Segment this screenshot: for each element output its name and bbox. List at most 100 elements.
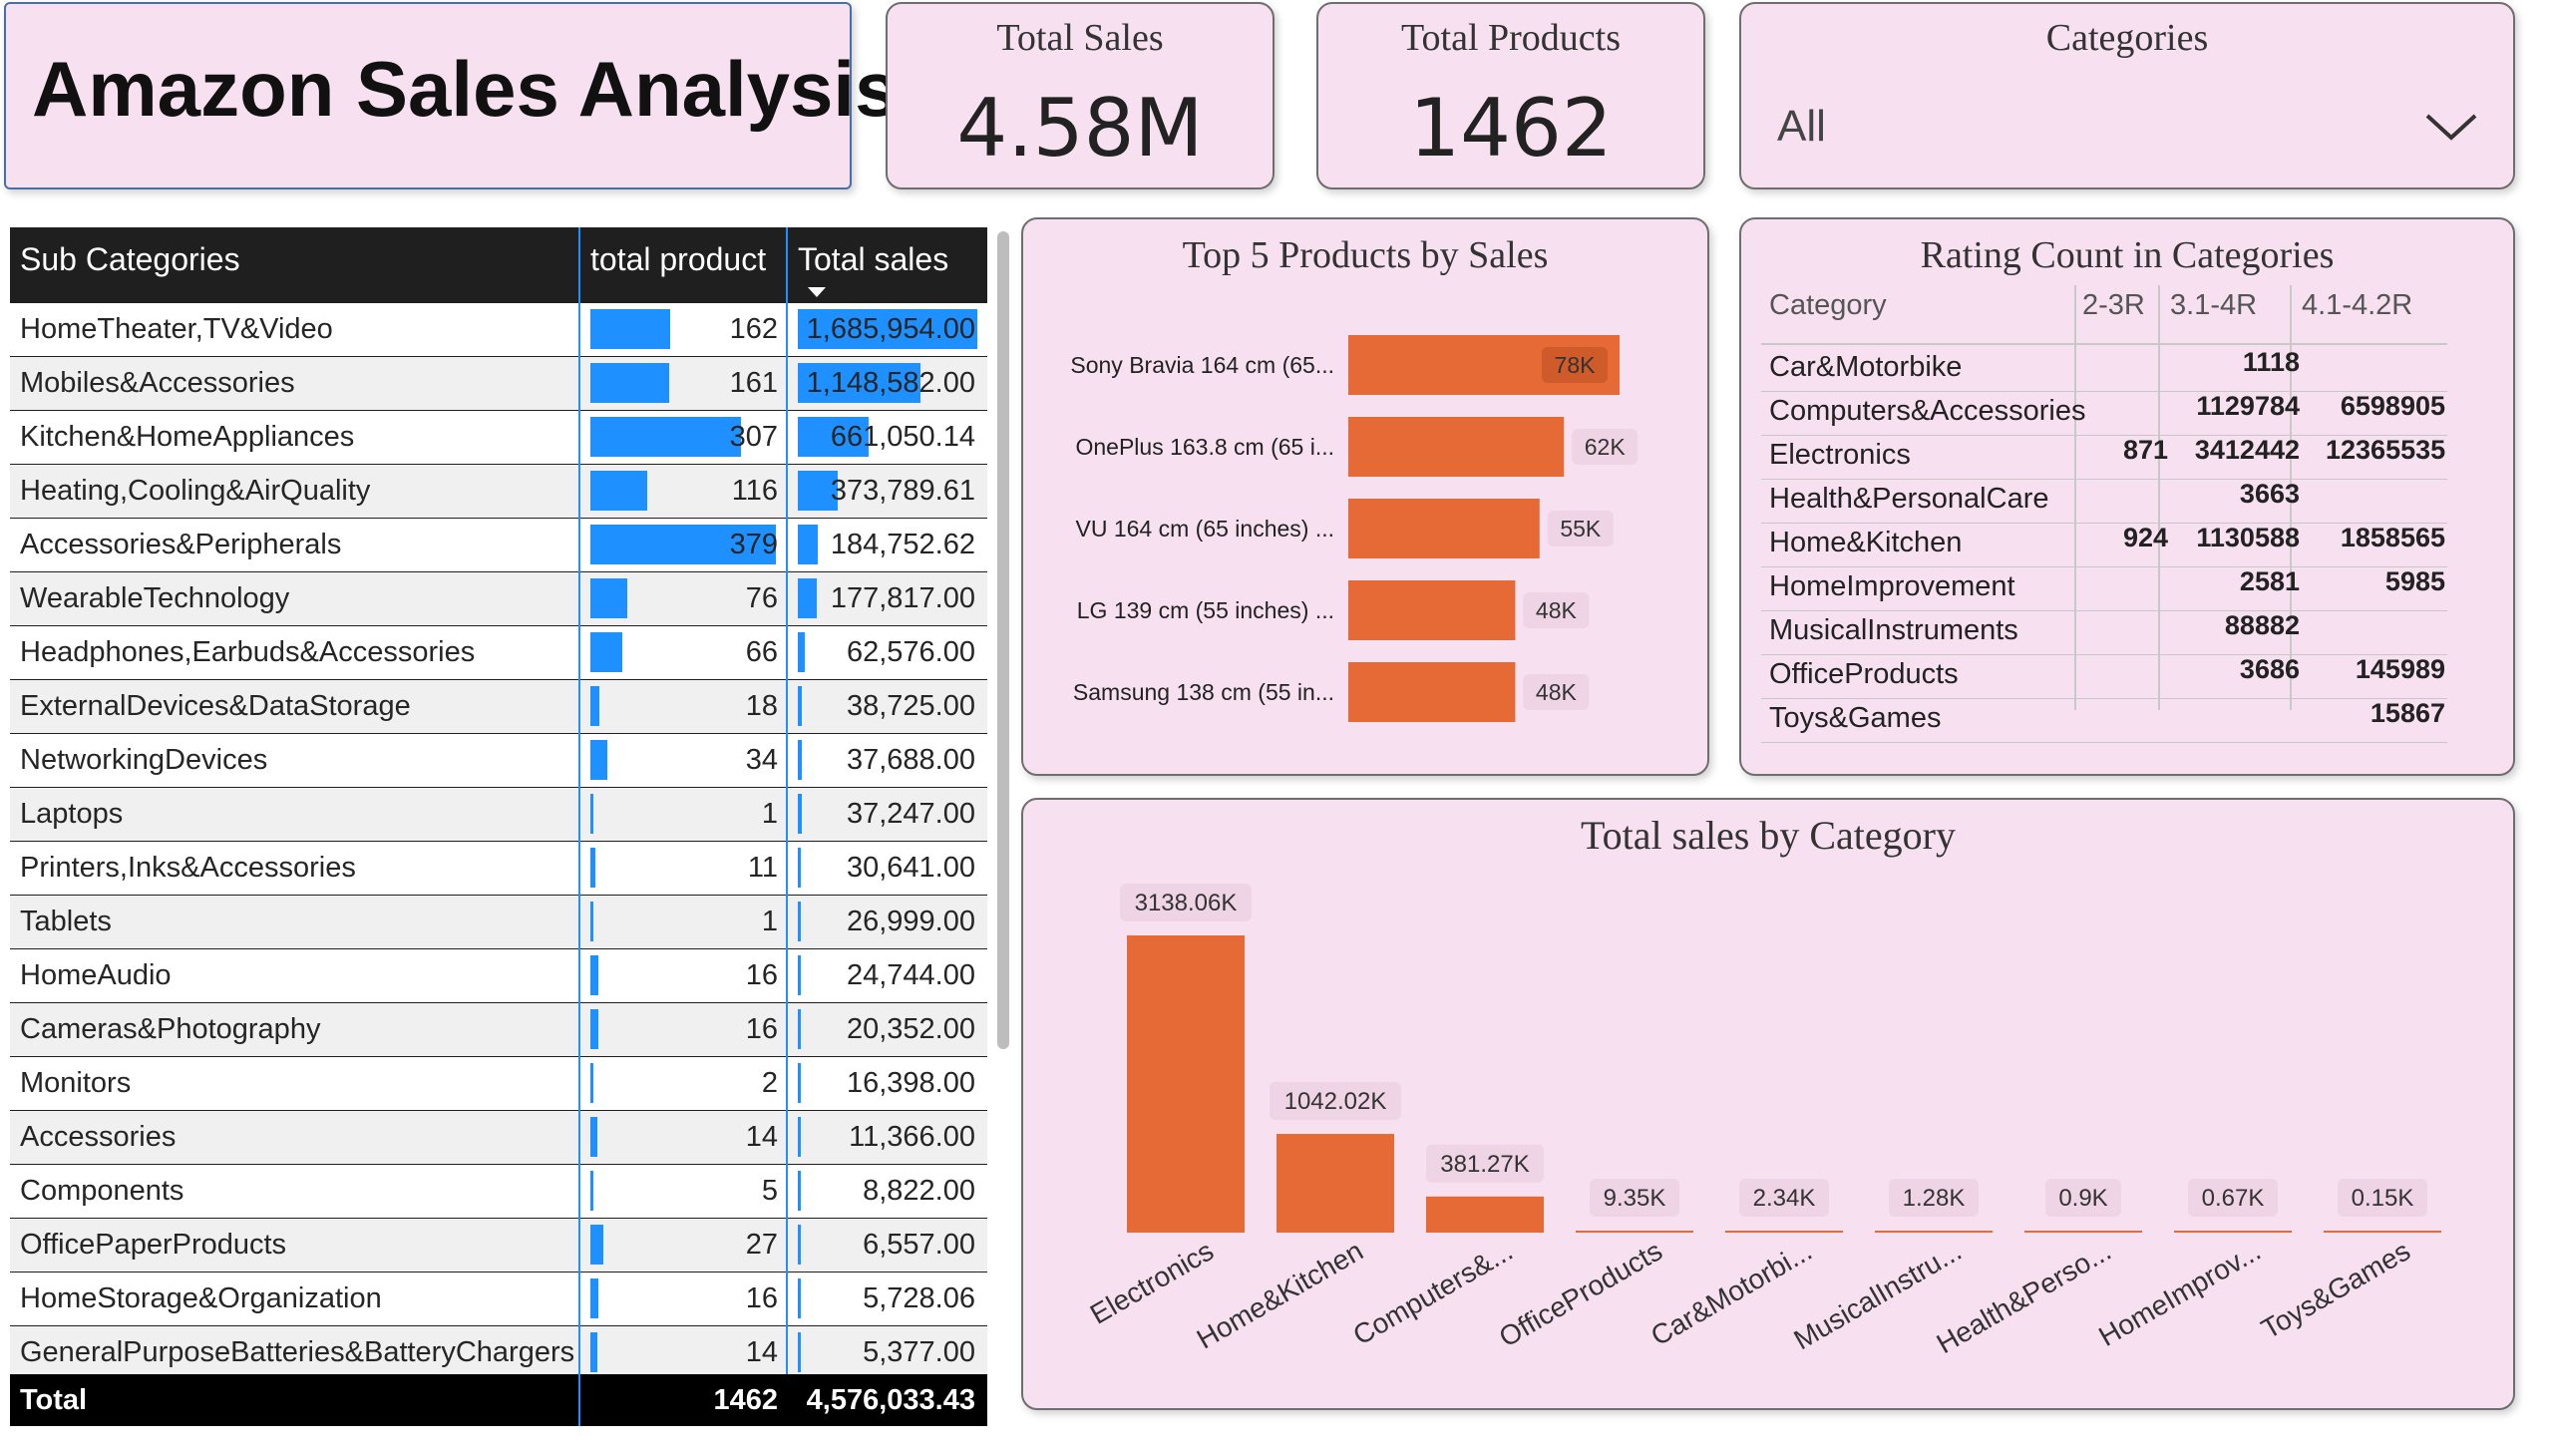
rating-header-3-1-4r[interactable]: 3.1-4R [2170,289,2257,322]
category-data-label: 0.9K [2058,1185,2107,1212]
subcategory-name: Tablets [20,906,112,937]
category-chart: 3138.06K Electronics 1042.02K Home&Kitchen 3… [1085,884,2441,1359]
product-count: 379 [729,529,778,560]
rating-header-divider [1761,343,2447,345]
category-bar[interactable] [2024,1231,2142,1233]
product-count: 14 [745,1336,778,1368]
kpi-total-products: Total Products 1462 [1316,2,1705,189]
product-count-bar [590,794,593,834]
table-row[interactable]: HomeTheater,TV&Video 162 1,685,954.00 [10,303,987,357]
column-divider [786,227,788,1374]
product-count-bar [590,902,593,941]
table-row[interactable]: GeneralPurposeBatteries&BatteryChargers 1… [10,1326,987,1380]
category-data-label: 381.27K [1440,1151,1529,1178]
table-row[interactable]: NetworkingDevices 34 37,688.00 [10,734,987,788]
product-count-bar [590,686,599,726]
table-row[interactable]: HomeAudio 16 24,744.00 [10,949,987,1003]
sales-bar [798,902,801,941]
category-bar[interactable] [1725,1231,1843,1233]
table-row[interactable]: Printers,Inks&Accessories 11 30,641.00 [10,842,987,896]
sales-value: 24,744.00 [846,959,975,991]
subcategory-name: Printers,Inks&Accessories [20,852,356,884]
table-row[interactable]: Laptops 1 37,247.00 [10,788,987,842]
rating-count: 145989 [2355,654,2445,684]
product-count: 76 [745,582,778,614]
top5-data-label: 62K [1585,434,1627,460]
category-bar[interactable] [1875,1231,1993,1233]
category-bar[interactable] [2174,1231,2292,1233]
rating-category: Toys&Games [1769,702,1942,734]
category-bar[interactable] [1576,1231,1693,1233]
category-data-label: 2.34K [1753,1185,1816,1212]
table-row[interactable]: ExternalDevices&DataStorage 18 38,725.00 [10,680,987,734]
sales-value: 26,999.00 [846,906,975,937]
sales-value: 8,822.00 [863,1175,975,1207]
rating-row-divider [1761,479,2447,480]
rating-count: 88882 [2224,610,2300,640]
category-bar[interactable] [1127,935,1245,1233]
table-row[interactable]: Components 5 8,822.00 [10,1165,987,1219]
table-row[interactable]: Heating,Cooling&AirQuality 116 373,789.61 [10,465,987,519]
table-row[interactable]: Kitchen&HomeAppliances 307 661,050.14 [10,411,987,465]
column-divider [578,227,580,1426]
sales-bar [798,632,805,672]
table-row[interactable]: Cameras&Photography 16 20,352.00 [10,1003,987,1057]
subcategory-table-header: Sub Categories total product Total sales [10,227,987,303]
rating-header-2-3r[interactable]: 2-3R [2082,289,2145,322]
subcategory-name: WearableTechnology [20,582,290,614]
table-row[interactable]: Accessories 14 11,366.00 [10,1111,987,1165]
sales-value: 177,817.00 [830,582,975,614]
subcategory-name: HomeStorage&Organization [20,1282,382,1314]
table-row[interactable]: HomeStorage&Organization 16 5,728.06 [10,1273,987,1326]
product-count: 11 [747,852,778,884]
top5-bar[interactable] [1348,417,1565,477]
sales-bar [798,1171,801,1211]
product-count: 18 [745,690,778,722]
slicer-dropdown[interactable]: All [1771,94,2489,164]
sales-value: 20,352.00 [846,1013,975,1045]
table-row[interactable]: Mobiles&Accessories 161 1,148,582.00 [10,357,987,411]
product-count: 162 [729,313,778,345]
category-bar[interactable] [1276,1134,1394,1233]
table-scrollbar[interactable] [997,231,1009,1049]
kpi-total-sales-value: 4.58M [956,82,1204,175]
rating-header-category[interactable]: Category [1769,289,1887,322]
table-row[interactable]: WearableTechnology 76 177,817.00 [10,572,987,626]
table-row[interactable]: Accessories&Peripherals 379 184,752.62 [10,519,987,572]
category-axis-label: OfficeProducts [1494,1235,1667,1352]
top5-bar[interactable] [1348,662,1516,722]
sales-value: 373,789.61 [830,475,975,507]
categories-slicer: Categories All [1739,2,2515,189]
rating-column-divider [2158,285,2160,710]
category-data-label: 0.15K [2352,1185,2414,1212]
category-bar[interactable] [1426,1196,1544,1233]
subcategory-name: Mobiles&Accessories [20,367,295,399]
rating-header-4-1-4-2r[interactable]: 4.1-4.2R [2302,289,2412,322]
sales-value: 1,148,582.00 [806,367,975,399]
total-products: 1462 [713,1384,778,1416]
header-total-sales[interactable]: Total sales [798,241,948,278]
top5-data-label: 78K [1555,352,1597,378]
table-row[interactable]: Tablets 1 26,999.00 [10,896,987,949]
sales-value: 37,688.00 [846,744,975,776]
product-count: 307 [729,421,778,453]
header-sub-categories[interactable]: Sub Categories [20,241,240,278]
sales-value: 6,557.00 [863,1229,975,1261]
category-axis-label: Toys&Games [2256,1235,2415,1344]
rating-count: 6598905 [2340,391,2445,421]
table-row[interactable]: OfficePaperProducts 27 6,557.00 [10,1219,987,1273]
product-count-bar [590,1009,598,1049]
title-card: Amazon Sales Analysis [4,2,898,189]
top5-bar[interactable] [1348,499,1540,558]
category-data-label: 1042.02K [1284,1088,1387,1115]
table-row[interactable]: Monitors 2 16,398.00 [10,1057,987,1111]
table-row[interactable]: Headphones,Earbuds&Accessories 66 62,576.0… [10,626,987,680]
category-axis-label: Home&Kitchen [1192,1235,1368,1354]
subcategory-name: OfficePaperProducts [20,1229,287,1261]
category-bar[interactable] [2324,1231,2441,1233]
header-total-product[interactable]: total product [590,241,766,278]
top5-bar[interactable] [1348,580,1516,640]
top5-products-card: Top 5 Products by Sales Sony Bravia 164 … [1021,217,1709,776]
total-sales: 4,576,033.43 [806,1384,975,1416]
product-count-bar [590,309,670,349]
